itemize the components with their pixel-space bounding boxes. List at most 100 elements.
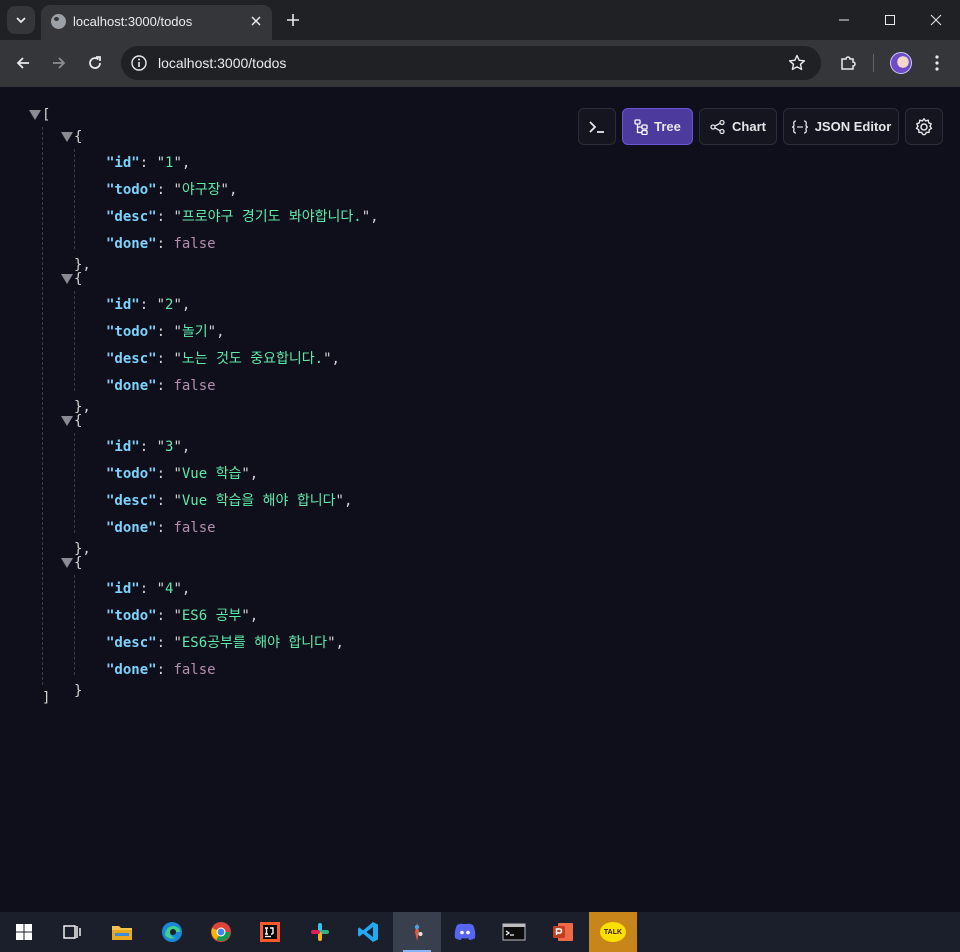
array-close-bracket: ] [42, 690, 51, 706]
json-property-todo[interactable]: "todo": "놀기", [106, 322, 225, 342]
intellij-icon [259, 921, 281, 943]
taskbar-app-kakaotalk[interactable]: TALK [589, 912, 637, 952]
json-key-desc: "desc" [106, 635, 157, 651]
chart-icon [710, 119, 725, 134]
json-value-done[interactable]: false [173, 378, 215, 394]
json-property-done[interactable]: "done": false [106, 234, 216, 254]
taskbar-app-chrome[interactable] [197, 912, 245, 952]
json-property-done[interactable]: "done": false [106, 518, 216, 538]
json-property-todo[interactable]: "todo": "Vue 학습", [106, 464, 258, 484]
close-window-button[interactable] [922, 6, 950, 34]
console-button[interactable] [578, 108, 616, 145]
json-key-id: "id" [106, 581, 140, 597]
tab-search-button[interactable] [7, 6, 35, 34]
json-property-desc[interactable]: "desc": "프로야구 경기도 봐야합니다.", [106, 207, 379, 227]
json-value-done[interactable]: false [173, 236, 215, 252]
taskbar-app-task-view[interactable] [48, 912, 96, 952]
taskbar-app-intellij[interactable] [246, 912, 294, 952]
taskbar-app-powerpoint[interactable] [539, 912, 587, 952]
indent-guide [74, 433, 75, 533]
tree-icon [634, 118, 648, 135]
taskbar-app-edge[interactable] [148, 912, 196, 952]
json-value-done[interactable]: false [173, 662, 215, 678]
tree-view-button[interactable]: Tree [622, 108, 693, 145]
json-editor-button[interactable]: JSON Editor [783, 108, 899, 145]
info-icon[interactable] [130, 54, 148, 72]
taskbar-app-terminal-app[interactable] [490, 912, 538, 952]
collapse-toggle-todo[interactable] [61, 416, 73, 426]
json-value-done[interactable]: false [173, 520, 215, 536]
new-tab-button[interactable] [281, 8, 305, 32]
json-value-desc[interactable]: ES6공부를 해야 합니다 [182, 635, 327, 651]
arrow-right-icon [53, 57, 66, 69]
kakaotalk-label: TALK [603, 928, 623, 936]
collapse-toggle-todo[interactable] [61, 274, 73, 284]
json-property-done[interactable]: "done": false [106, 660, 216, 680]
windows-taskbar: TALK [0, 912, 960, 952]
json-value-todo[interactable]: Vue 학습 [182, 466, 241, 482]
vscode-icon [357, 921, 379, 943]
git-tool-icon [406, 921, 428, 943]
extensions-button[interactable] [837, 52, 859, 74]
indent-guide [74, 149, 75, 249]
browser-tab[interactable]: localhost:3000/todos [41, 5, 272, 40]
json-key-todo: "todo" [106, 324, 157, 340]
json-property-todo[interactable]: "todo": "ES6 공부", [106, 606, 258, 626]
json-value-id[interactable]: 4 [165, 581, 173, 597]
chart-view-button[interactable]: Chart [699, 108, 777, 145]
json-property-id[interactable]: "id": "1", [106, 153, 190, 173]
address-bar[interactable]: localhost:3000/todos [121, 46, 821, 80]
forward-button[interactable] [45, 49, 73, 77]
profile-avatar[interactable] [890, 52, 912, 74]
json-value-desc[interactable]: Vue 학습을 해야 합니다 [182, 493, 336, 509]
json-property-id[interactable]: "id": "3", [106, 437, 190, 457]
maximize-button[interactable] [876, 6, 904, 34]
object-open-brace: { [74, 413, 83, 429]
settings-button[interactable] [905, 108, 943, 145]
address-url[interactable]: localhost:3000/todos [158, 55, 286, 71]
taskbar-app-git-tool[interactable] [393, 912, 441, 952]
json-value-desc[interactable]: 노는 것도 중요합니다. [182, 351, 323, 367]
taskbar-app-vscode[interactable] [344, 912, 392, 952]
powerpoint-icon [552, 921, 574, 943]
json-value-id[interactable]: 1 [165, 155, 173, 171]
json-key-todo: "todo" [106, 466, 157, 482]
json-property-todo[interactable]: "todo": "야구장", [106, 180, 237, 200]
json-key-desc: "desc" [106, 209, 157, 225]
browser-toolbar: localhost:3000/todos [0, 40, 960, 87]
taskbar-app-file-explorer[interactable] [98, 912, 146, 952]
minimize-button[interactable] [830, 6, 858, 34]
json-key-todo: "todo" [106, 608, 157, 624]
json-property-desc[interactable]: "desc": "Vue 학습을 해야 합니다", [106, 491, 352, 511]
back-button[interactable] [9, 49, 37, 77]
json-property-id[interactable]: "id": "2", [106, 295, 190, 315]
json-property-desc[interactable]: "desc": "노는 것도 중요합니다.", [106, 349, 340, 369]
kakaotalk-icon: TALK [600, 922, 626, 942]
bookmark-star-icon[interactable] [787, 53, 807, 73]
tab-close-button[interactable] [247, 12, 265, 30]
json-property-desc[interactable]: "desc": "ES6공부를 해야 합니다", [106, 633, 344, 653]
collapse-toggle-todo[interactable] [61, 558, 73, 568]
collapse-toggle-todo[interactable] [61, 132, 73, 142]
browser-menu-button[interactable] [926, 52, 948, 74]
json-property-done[interactable]: "done": false [106, 376, 216, 396]
json-value-desc[interactable]: 프로야구 경기도 봐야합니다. [182, 209, 362, 225]
object-open-brace: { [74, 129, 83, 145]
chart-view-label: Chart [732, 119, 766, 134]
slack-icon [309, 921, 331, 943]
discord-icon [453, 922, 477, 942]
json-value-id[interactable]: 2 [165, 297, 173, 313]
taskbar-app-slack[interactable] [296, 912, 344, 952]
taskbar-app-discord[interactable] [441, 912, 489, 952]
json-property-id[interactable]: "id": "4", [106, 579, 190, 599]
taskbar-app-windows-start[interactable] [0, 912, 48, 952]
chevron-down-icon [16, 17, 26, 24]
json-value-id[interactable]: 3 [165, 439, 173, 455]
terminal-app-icon [502, 922, 526, 942]
json-value-todo[interactable]: 놀기 [182, 324, 208, 340]
reload-button[interactable] [81, 49, 109, 77]
json-value-todo[interactable]: ES6 공부 [182, 608, 241, 624]
puzzle-icon [841, 56, 856, 70]
collapse-toggle-root[interactable] [29, 110, 41, 120]
json-value-todo[interactable]: 야구장 [182, 182, 221, 198]
